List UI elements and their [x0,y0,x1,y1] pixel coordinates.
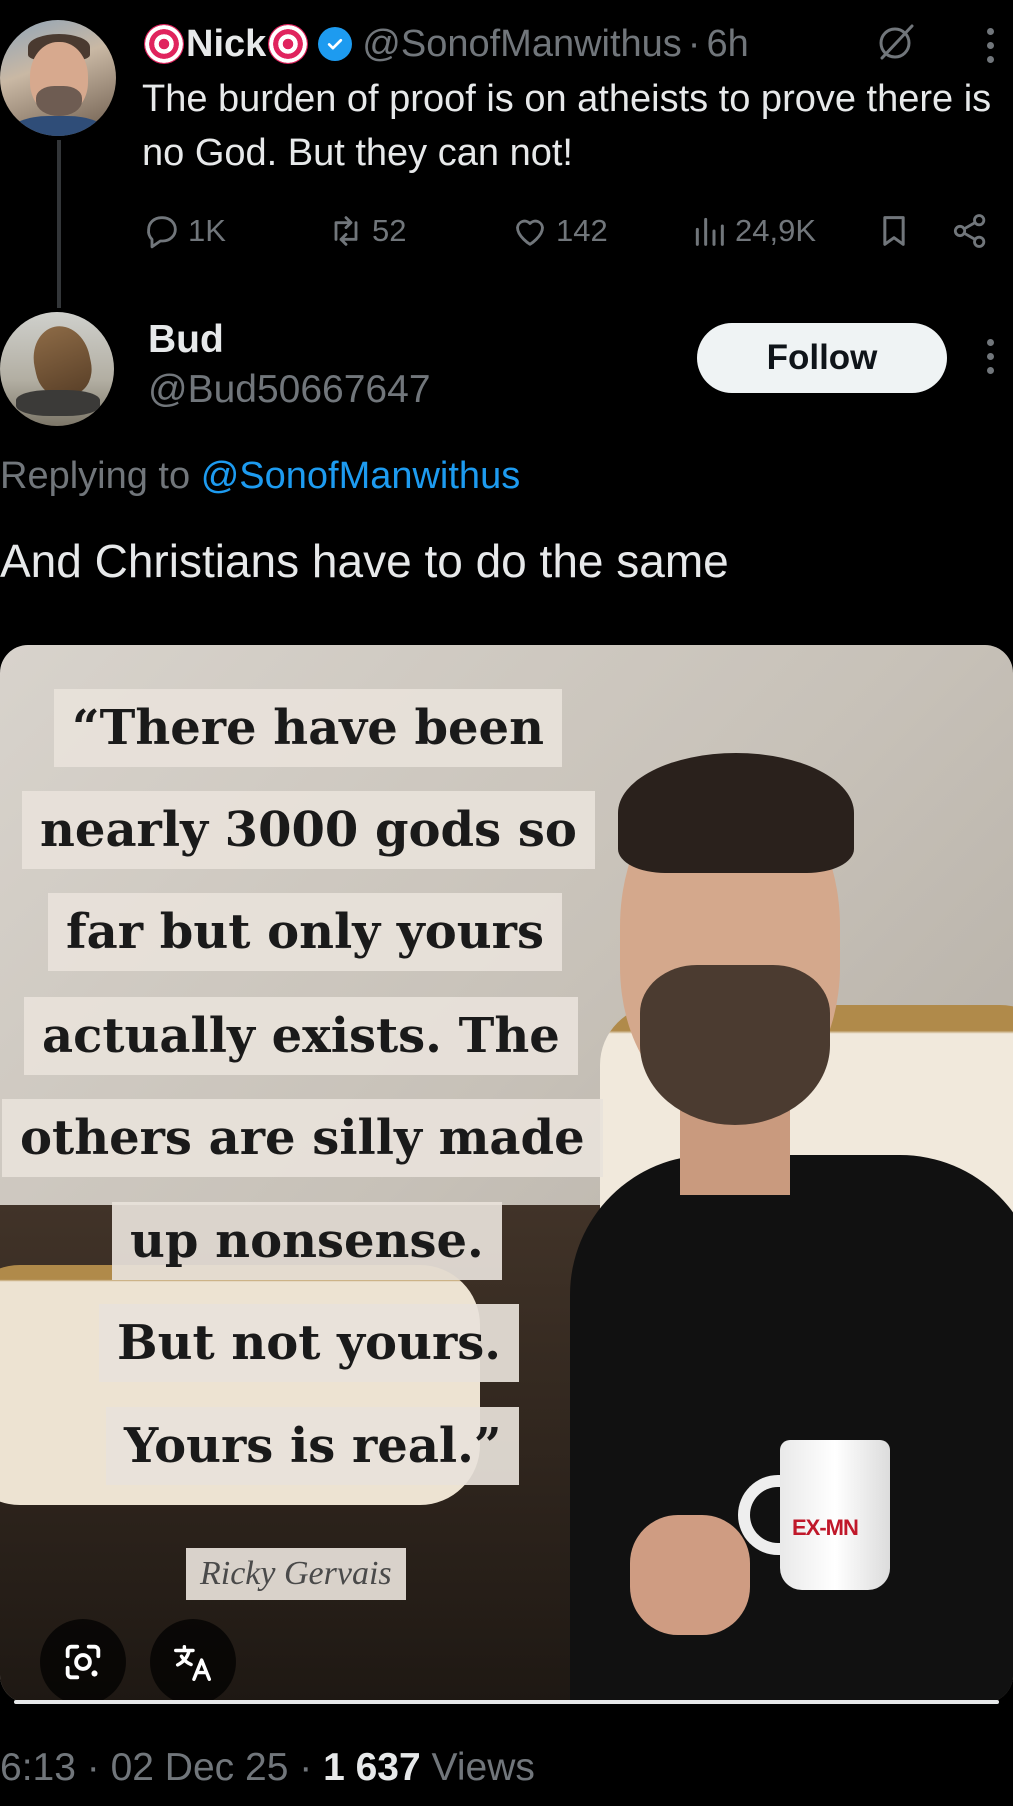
like-button[interactable]: 142 [510,206,608,256]
target-emoji-icon [268,24,309,64]
share-icon [953,214,986,248]
quote-line: nearly 3000 gods so [22,791,595,869]
share-button[interactable] [950,206,990,256]
bar-chart-icon [695,217,724,246]
reply-text: And Christians have to do the same [0,535,729,587]
person-hand [630,1515,750,1635]
parent-tweet-text: The burden of proof is on atheists to pr… [142,78,992,174]
repost-button[interactable]: 52 [326,206,406,256]
replying-prefix: Replying to [0,455,191,497]
repost-count: 52 [372,213,407,248]
quote-attribution: Ricky Gervais [186,1548,406,1600]
mug-logo: EX-MN [792,1515,859,1540]
replying-mention-link[interactable]: @SonofManwithus [201,455,521,497]
translate-icon [174,1644,212,1681]
verified-badge-icon [318,27,353,61]
quote-line: others are silly made [2,1099,603,1177]
footer-separator: · [86,1746,100,1789]
more-options-icon[interactable] [985,28,995,63]
views-count: 24,9K [735,213,817,248]
media-progress-bar [14,1700,999,1704]
reply-avatar[interactable] [0,312,114,426]
quote-line: But not yours. [99,1304,519,1382]
google-lens-button[interactable] [40,1619,126,1703]
parent-action-bar: 1K 52 142 24,9K [0,206,1013,256]
tweet-meta-footer: 6:13 · 02 Dec 25 · 1 637 Views [0,1746,535,1790]
person-beard [640,965,830,1125]
avatar-ground [16,390,100,416]
views-button[interactable]: 24,9K [689,206,816,256]
parent-header: Nick @SonofManwithus · 6h [142,20,749,68]
quote-line: Yours is real.” [106,1407,520,1485]
parent-handle[interactable]: @SonofManwithus [362,23,682,66]
like-count: 142 [556,213,608,248]
bookmark-icon [883,216,905,246]
parent-display-name[interactable]: Nick [186,23,266,66]
parent-timestamp[interactable]: 6h [706,23,748,66]
quote-line: actually exists. The [24,997,578,1075]
quote-line: up nonsense. [112,1202,502,1280]
follow-button[interactable]: Follow [697,323,947,393]
avatar-shirt [10,116,106,136]
reply-count: 1K [188,213,226,248]
avatar-beard [36,86,82,116]
bookmark-button[interactable] [874,206,914,256]
heart-icon [516,219,544,246]
header-separator: · [687,22,701,65]
footer-date: 02 Dec 25 [110,1746,289,1789]
grok-icon[interactable] [874,20,918,64]
comment-bubble-icon [147,216,177,249]
footer-views-label: Views [431,1746,535,1789]
reply-button[interactable]: 1K [142,206,226,256]
replying-to-line: Replying to @SonofManwithus [0,455,520,498]
reply-media-image[interactable]: EX-MN “There have been nearly 3000 gods … [0,645,1013,1703]
more-options-icon[interactable] [985,339,995,374]
person-torso [570,1155,1013,1703]
footer-time: 6:13 [0,1746,76,1789]
footer-views-count[interactable]: 1 637 [323,1746,421,1789]
reply-handle[interactable]: @Bud50667647 [148,368,431,412]
reply-display-name[interactable]: Bud [148,318,224,362]
translate-button[interactable] [150,1619,236,1703]
google-lens-icon [65,1644,101,1680]
quote-line: “There have been [54,689,562,767]
parent-avatar[interactable] [0,20,116,136]
footer-separator: · [299,1746,313,1789]
target-emoji-icon [144,24,184,64]
repost-arrows-icon [334,216,358,246]
quote-line: far but only yours [48,893,562,971]
person-hair [618,753,854,873]
